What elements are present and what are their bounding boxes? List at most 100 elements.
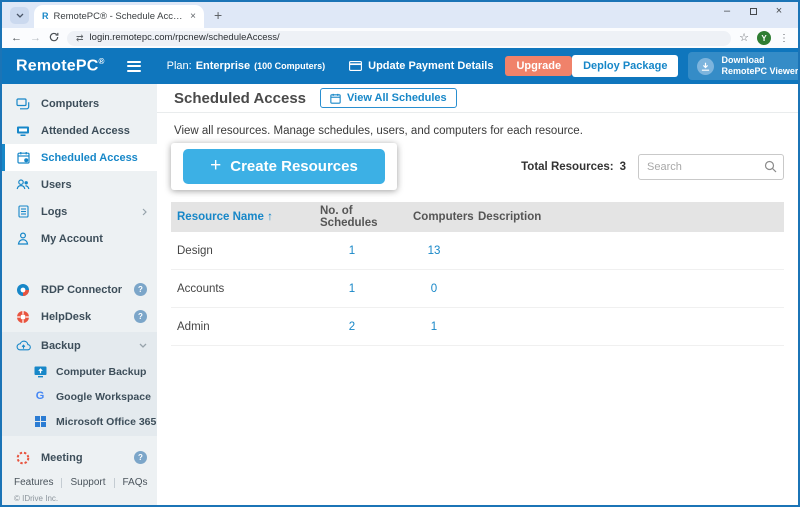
sort-asc-icon: ↑ — [267, 211, 273, 223]
table-row[interactable]: Accounts 1 0 — [171, 270, 784, 308]
support-link[interactable]: Support — [70, 477, 105, 488]
features-link[interactable]: Features — [14, 477, 53, 488]
computers-count-link[interactable]: 13 — [394, 245, 474, 257]
sidebar-item-logs[interactable]: Logs — [2, 198, 157, 225]
remotepc-favicon-icon: R — [42, 12, 49, 21]
view-all-schedules-button[interactable]: View All Schedules — [320, 88, 457, 108]
deploy-package-button[interactable]: Deploy Package — [572, 55, 678, 77]
back-button[interactable]: ← — [11, 33, 22, 44]
tab-title: RemotePC® - Schedule Access — [54, 11, 186, 22]
sidebar-item-google-workspace[interactable]: G Google Workspace — [2, 384, 157, 409]
browser-profile-avatar[interactable]: Y — [757, 31, 771, 45]
column-header-computers: Computers — [394, 211, 474, 223]
browser-window: R RemotePC® - Schedule Access × + – × ← … — [0, 0, 800, 507]
main-content: Scheduled Access View All Schedules View… — [157, 84, 798, 505]
page-title: Scheduled Access — [174, 90, 306, 107]
menu-icon[interactable] — [127, 61, 141, 72]
sidebar-item-users[interactable]: Users — [2, 171, 157, 198]
sidebar-item-label: HelpDesk — [41, 311, 91, 323]
plan-detail: (100 Computers) — [254, 61, 325, 71]
sidebar-item-meeting[interactable]: Meeting ? — [2, 444, 157, 471]
window-maximize-button[interactable] — [740, 2, 766, 20]
window-controls: – × — [714, 2, 792, 20]
download-viewer-button[interactable]: Download RemotePC Viewer — [688, 52, 800, 81]
resource-name: Accounts — [177, 283, 310, 295]
sidebar-item-label: Google Workspace — [56, 391, 151, 403]
column-header-schedules: No. of Schedules — [310, 205, 394, 229]
sidebar-item-label: Users — [41, 179, 72, 191]
table-header: Resource Name ↑ No. of Schedules Compute… — [171, 202, 784, 232]
sidebar-item-label: My Account — [41, 233, 103, 245]
help-icon[interactable]: ? — [134, 310, 147, 323]
table-row[interactable]: Admin 2 1 — [171, 308, 784, 346]
schedules-count-link[interactable]: 2 — [310, 321, 394, 333]
table-row[interactable]: Design 1 13 — [171, 232, 784, 270]
calendar-icon — [330, 93, 341, 104]
browser-toolbar: ← → ⇄ login.remotepc.com/rpcnew/schedule… — [2, 28, 798, 48]
logs-icon — [15, 205, 31, 218]
url-text: login.remotepc.com/rpcnew/scheduleAccess… — [90, 33, 280, 43]
site-info-icon[interactable]: ⇄ — [76, 34, 84, 43]
sidebar-item-label: Computer Backup — [56, 366, 146, 378]
maximize-icon — [750, 8, 757, 15]
sidebar-item-attended-access[interactable]: Attended Access — [2, 117, 157, 144]
sidebar-footer: Features Support FAQs © IDrive Inc. — [2, 471, 157, 507]
new-tab-button[interactable]: + — [214, 8, 222, 22]
forward-button[interactable]: → — [30, 33, 41, 44]
sidebar-item-rdp-connector[interactable]: RDP Connector ? — [2, 276, 157, 303]
search-icon[interactable] — [764, 160, 777, 178]
sidebar-item-label: Meeting — [41, 452, 83, 464]
sidebar-item-label: Microsoft Office 365 — [56, 416, 156, 428]
sidebar-item-my-account[interactable]: My Account — [2, 225, 157, 252]
resources-panel: View all resources. Manage schedules, us… — [157, 113, 798, 505]
schedules-count-link[interactable]: 1 — [310, 245, 394, 257]
sidebar-item-computer-backup[interactable]: Computer Backup — [2, 359, 157, 384]
help-icon[interactable]: ? — [134, 451, 147, 464]
browser-tab[interactable]: R RemotePC® - Schedule Access × — [34, 5, 204, 28]
faqs-link[interactable]: FAQs — [123, 477, 148, 488]
schedules-count-link[interactable]: 1 — [310, 283, 394, 295]
column-label: Resource Name — [177, 211, 264, 223]
column-header-resource-name[interactable]: Resource Name ↑ — [177, 211, 310, 223]
sidebar-item-label: Attended Access — [41, 125, 130, 137]
bookmark-star-icon[interactable]: ☆ — [739, 33, 749, 44]
create-resources-label: Create Resources — [230, 158, 358, 175]
search-input[interactable] — [638, 154, 784, 180]
footer-divider — [61, 478, 62, 488]
sidebar-item-label: RDP Connector — [41, 284, 122, 296]
sidebar-item-computers[interactable]: Computers — [2, 90, 157, 117]
help-icon[interactable]: ? — [134, 283, 147, 296]
computers-icon — [15, 98, 31, 110]
reload-button[interactable] — [49, 32, 59, 45]
logo-reg-mark: ® — [99, 57, 105, 66]
scheduled-access-icon — [15, 151, 31, 164]
sidebar-item-backup[interactable]: Backup — [2, 332, 157, 359]
tab-close-icon[interactable]: × — [190, 11, 196, 22]
resource-name: Admin — [177, 321, 310, 333]
attended-access-icon — [15, 125, 31, 137]
app-header: RemotePC® Plan: Enterprise (100 Computer… — [2, 48, 798, 84]
total-resources: Total Resources: 3 — [521, 161, 626, 173]
window-minimize-button[interactable]: – — [714, 2, 740, 20]
tab-search-button[interactable] — [10, 7, 29, 24]
view-all-schedules-label: View All Schedules — [347, 92, 447, 104]
browser-tab-strip: R RemotePC® - Schedule Access × + – × — [2, 2, 798, 28]
sidebar-item-scheduled-access[interactable]: Scheduled Access — [2, 144, 157, 171]
computers-count-link[interactable]: 0 — [394, 283, 474, 295]
window-close-button[interactable]: × — [766, 2, 792, 20]
sidebar-item-microsoft-office-365[interactable]: Microsoft Office 365 — [2, 409, 157, 434]
plan-label: Plan: — [167, 60, 192, 72]
sidebar-item-label: Computers — [41, 98, 99, 110]
browser-menu-icon[interactable]: ⋮ — [779, 33, 789, 44]
microsoft-office-icon — [32, 416, 48, 427]
sidebar-item-helpdesk[interactable]: HelpDesk ? — [2, 303, 157, 330]
computers-count-link[interactable]: 1 — [394, 321, 474, 333]
upgrade-button[interactable]: Upgrade — [505, 56, 572, 76]
url-bar[interactable]: ⇄ login.remotepc.com/rpcnew/scheduleAcce… — [67, 31, 731, 46]
my-account-icon — [15, 232, 31, 245]
rdp-connector-icon — [15, 283, 31, 297]
backup-cloud-icon — [15, 340, 31, 351]
update-payment-button[interactable]: Update Payment Details — [349, 60, 493, 72]
create-resources-button[interactable]: + Create Resources — [183, 149, 385, 184]
computer-backup-icon — [32, 366, 48, 378]
